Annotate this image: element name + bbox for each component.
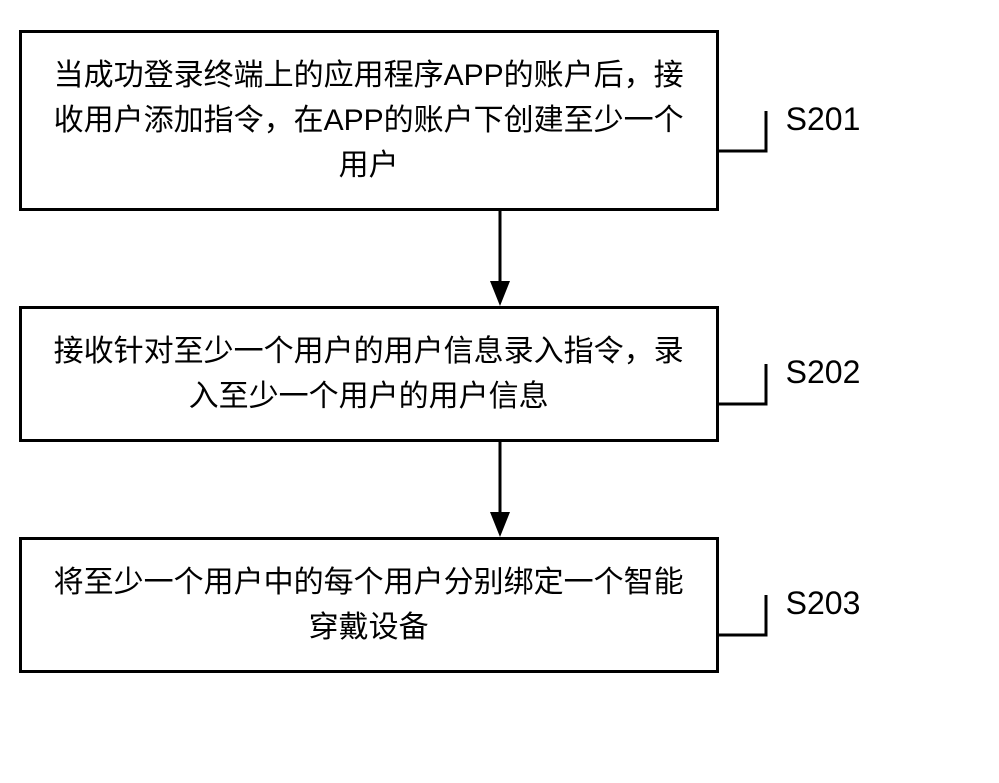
arrow-2 <box>0 442 999 537</box>
label-connector-3: S203 <box>716 595 861 640</box>
label-connector-2: S202 <box>716 364 861 409</box>
arrow-1 <box>0 211 999 306</box>
step-box-3: 将至少一个用户中的每个用户分别绑定一个智能穿戴设备 <box>19 537 719 673</box>
label-connector-1: S201 <box>716 111 861 156</box>
connector-line-2 <box>716 364 776 409</box>
step-label-2: S202 <box>786 354 861 391</box>
step-box-1: 当成功登录终端上的应用程序APP的账户后，接收用户添加指令，在APP的账户下创建… <box>19 30 719 211</box>
step-text-2: 接收针对至少一个用户的用户信息录入指令，录入至少一个用户的用户信息 <box>54 335 684 413</box>
flowchart-container: 当成功登录终端上的应用程序APP的账户后，接收用户添加指令，在APP的账户下创建… <box>0 30 999 673</box>
connector-line-3 <box>716 595 776 640</box>
step-label-1: S201 <box>786 101 861 138</box>
step-text-3: 将至少一个用户中的每个用户分别绑定一个智能穿戴设备 <box>54 566 684 644</box>
step-row-1: 当成功登录终端上的应用程序APP的账户后，接收用户添加指令，在APP的账户下创建… <box>0 30 939 211</box>
connector-line-1 <box>716 111 776 156</box>
step-row-2: 接收针对至少一个用户的用户信息录入指令，录入至少一个用户的用户信息 S202 <box>0 306 939 442</box>
step-row-3: 将至少一个用户中的每个用户分别绑定一个智能穿戴设备 S203 <box>0 537 939 673</box>
step-box-2: 接收针对至少一个用户的用户信息录入指令，录入至少一个用户的用户信息 <box>19 306 719 442</box>
step-label-3: S203 <box>786 585 861 622</box>
step-text-1: 当成功登录终端上的应用程序APP的账户后，接收用户添加指令，在APP的账户下创建… <box>54 59 684 182</box>
